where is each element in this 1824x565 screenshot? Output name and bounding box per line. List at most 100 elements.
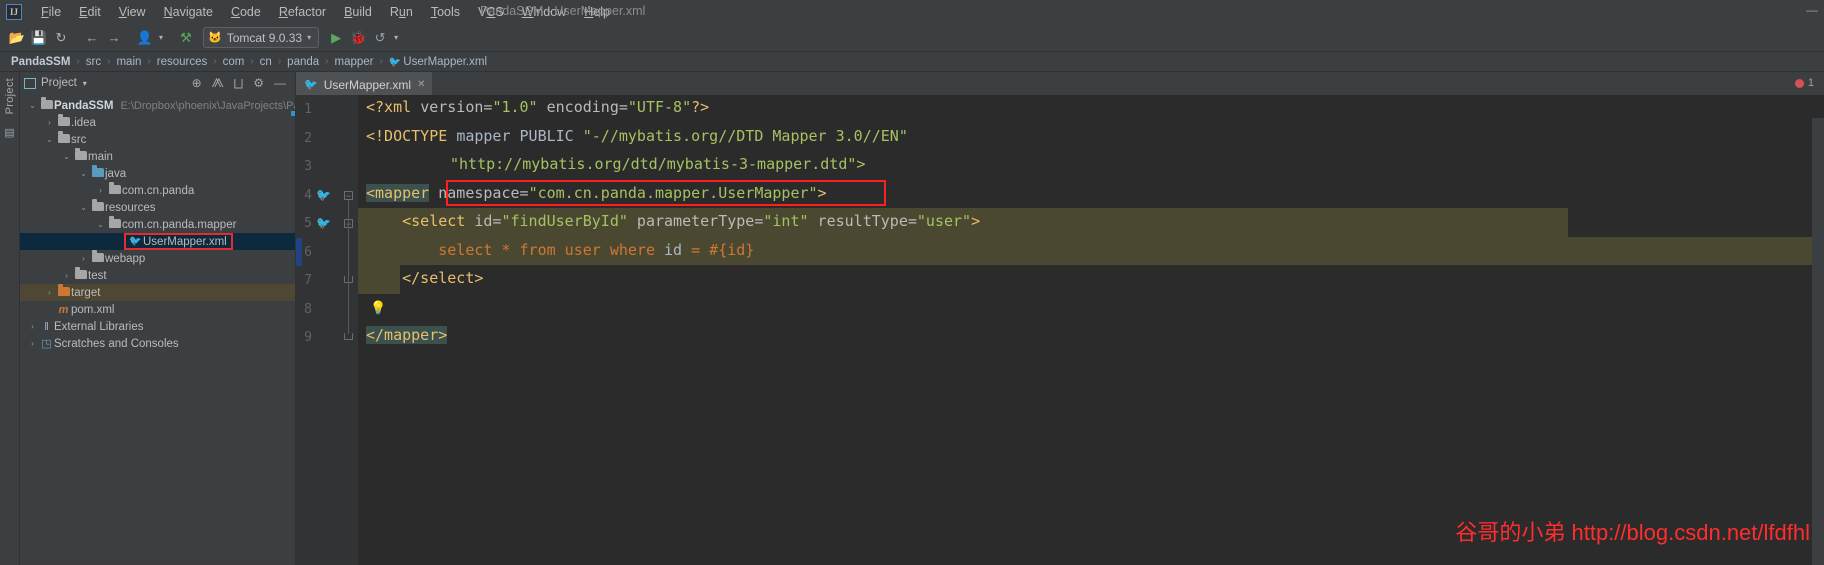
code-line-7: </select> bbox=[366, 269, 484, 287]
breadcrumb-separator: › bbox=[76, 56, 80, 67]
open-project-icon[interactable]: 📂 bbox=[6, 27, 28, 49]
code-line-3: "http://mybatis.org/dtd/mybatis-3-mapper… bbox=[450, 155, 866, 173]
expand-chevron-icon[interactable]: › bbox=[94, 186, 107, 195]
expand-chevron-icon[interactable]: ⌄ bbox=[94, 220, 107, 229]
minimize-button[interactable]: — bbox=[1806, 3, 1818, 17]
tree-node[interactable]: › target bbox=[20, 283, 295, 301]
tree-node[interactable]: ⌄ main bbox=[20, 147, 295, 165]
mybatis-navigate-icon[interactable]: 🐦 bbox=[316, 216, 331, 230]
expand-chevron-icon[interactable]: ⌄ bbox=[43, 135, 56, 144]
collapse-all-icon[interactable]: ⨆ bbox=[229, 76, 249, 91]
navigate-forward-icon[interactable]: → bbox=[103, 27, 125, 49]
menu-item-code[interactable]: Code bbox=[222, 2, 270, 22]
expand-chevron-icon[interactable]: › bbox=[77, 254, 90, 263]
menu-item-edit[interactable]: Edit bbox=[70, 2, 110, 22]
breadcrumb-item-pandassm[interactable]: PandaSSM bbox=[8, 56, 73, 68]
tree-node[interactable]: ⌄ src bbox=[20, 130, 295, 148]
folder-icon bbox=[108, 215, 121, 228]
tree-node[interactable]: › test bbox=[20, 266, 295, 284]
vcs-update-icon[interactable]: 👤 bbox=[134, 27, 156, 49]
project-tree: ⌄ PandaSSM E:\Dropbox\phoenix\JavaProjects… bbox=[20, 94, 295, 565]
breadcrumb-item-mapper[interactable]: mapper bbox=[332, 56, 377, 68]
save-all-icon[interactable]: 💾 bbox=[28, 27, 50, 49]
menu-item-file[interactable]: File bbox=[32, 2, 70, 22]
build-hammer-icon[interactable]: ⚒ bbox=[175, 27, 197, 49]
expand-all-icon[interactable]: ⨇ bbox=[207, 76, 229, 91]
run-button[interactable]: ▶ bbox=[325, 27, 347, 49]
breadcrumb-item-usermapper-xml[interactable]: 🐦 UserMapper.xml bbox=[386, 56, 490, 68]
intention-bulb-icon[interactable]: 💡 bbox=[370, 300, 386, 316]
breadcrumb-item-src[interactable]: src bbox=[83, 56, 104, 68]
navigate-back-icon[interactable]: ← bbox=[81, 27, 103, 49]
tree-node[interactable]: ⌄ com.cn.panda.mapper bbox=[20, 215, 295, 233]
code-editor[interactable]: 123456789🐦🐦−− <?xml version="1.0" encodi… bbox=[296, 95, 1824, 565]
expand-chevron-icon[interactable]: › bbox=[43, 118, 56, 127]
folder-wrap bbox=[73, 266, 88, 282]
expand-chevron-icon[interactable]: ⌄ bbox=[26, 101, 39, 110]
window-title: PandaSSM - UserMapper.xml bbox=[480, 4, 646, 18]
run-dropdown-icon[interactable]: ▾ bbox=[391, 27, 401, 49]
expand-chevron-icon[interactable]: › bbox=[26, 322, 39, 331]
tree-node[interactable]: › webapp bbox=[20, 249, 295, 267]
project-panel-title: Project bbox=[41, 77, 77, 89]
tree-node[interactable]: › .idea bbox=[20, 113, 295, 131]
breadcrumb-separator: › bbox=[325, 56, 329, 67]
vcs-caret-icon[interactable]: ▾ bbox=[156, 27, 166, 49]
menu-item-build[interactable]: Build bbox=[335, 2, 381, 22]
breadcrumb-item-panda[interactable]: panda bbox=[284, 56, 322, 68]
tree-node[interactable]: ⌄ PandaSSM E:\Dropbox\phoenix\JavaProjects… bbox=[20, 96, 295, 116]
editor-tabs: 🐦 UserMapper.xml ✕ 1 bbox=[296, 72, 1824, 95]
breadcrumb-item-cn[interactable]: cn bbox=[257, 56, 275, 68]
rerun-button[interactable]: ↺ bbox=[369, 27, 391, 49]
tree-node[interactable]: › ◳ Scratches and Consoles bbox=[20, 335, 295, 352]
tree-node-label: webapp bbox=[105, 252, 146, 265]
chevron-down-icon: ▾ bbox=[307, 33, 312, 42]
structure-icon[interactable]: ▤ bbox=[4, 126, 14, 139]
hide-panel-icon[interactable]: — bbox=[269, 76, 291, 90]
expand-chevron-icon[interactable]: › bbox=[60, 271, 73, 280]
debug-button[interactable]: 🐞 bbox=[347, 27, 369, 49]
breadcrumb-item-main[interactable]: main bbox=[113, 56, 144, 68]
tree-node[interactable]: m pom.xml bbox=[20, 301, 295, 318]
expand-chevron-icon[interactable]: › bbox=[26, 339, 39, 348]
vertical-scrollbar[interactable] bbox=[1812, 118, 1824, 565]
expand-chevron-icon[interactable]: ⌄ bbox=[77, 169, 90, 178]
chevron-down-icon[interactable]: ▾ bbox=[83, 79, 87, 88]
tree-node-selected[interactable]: 🐦 UserMapper.xml bbox=[20, 233, 295, 250]
code-line-1: <?xml version="1.0" encoding="UTF-8"?> bbox=[366, 98, 710, 116]
menu-item-navigate[interactable]: Navigate bbox=[155, 2, 222, 22]
menu-item-tools[interactable]: Tools bbox=[422, 2, 469, 22]
tree-node-label: src bbox=[71, 133, 87, 146]
tree-node-label: pom.xml bbox=[71, 303, 115, 316]
tree-node[interactable]: ⌄ resources bbox=[20, 198, 295, 216]
expand-chevron-icon[interactable]: › bbox=[43, 288, 56, 297]
close-icon[interactable]: ✕ bbox=[417, 79, 425, 90]
tool-window-button-project[interactable]: Project bbox=[4, 78, 16, 114]
run-configuration-selector[interactable]: 🐱 Tomcat 9.0.33 ▾ bbox=[203, 27, 320, 48]
breadcrumb-item-resources[interactable]: resources bbox=[154, 56, 211, 68]
code-content[interactable]: <?xml version="1.0" encoding="UTF-8"?> <!… bbox=[358, 95, 1824, 565]
code-fold-toggle[interactable] bbox=[344, 333, 353, 340]
settings-gear-icon[interactable]: ⚙ bbox=[248, 76, 269, 90]
mybatis-navigate-icon[interactable]: 🐦 bbox=[316, 188, 331, 202]
sync-icon[interactable]: ↻ bbox=[50, 27, 72, 49]
watermark-text: 谷哥的小弟 http://blog.csdn.net/lfdfhl bbox=[1455, 520, 1810, 545]
tree-node[interactable]: › ‖ External Libraries bbox=[20, 318, 295, 335]
menu-item-run[interactable]: Run bbox=[381, 2, 422, 22]
menu-item-refactor[interactable]: Refactor bbox=[270, 2, 335, 22]
tree-node[interactable]: › com.cn.panda bbox=[20, 181, 295, 199]
editor-gutter[interactable]: 123456789🐦🐦−− bbox=[296, 95, 358, 565]
locate-file-icon[interactable]: ⊕ bbox=[187, 76, 207, 90]
breadcrumb-separator: › bbox=[250, 56, 254, 67]
expand-chevron-icon[interactable]: ⌄ bbox=[77, 203, 90, 212]
code-fold-toggle[interactable]: − bbox=[344, 190, 353, 200]
folder-icon-sources bbox=[91, 164, 104, 177]
folder-wrap bbox=[107, 181, 122, 197]
folder-wrap bbox=[90, 164, 105, 180]
tab-usermapper-xml[interactable]: 🐦 UserMapper.xml ✕ bbox=[296, 72, 433, 95]
menu-item-view[interactable]: View bbox=[110, 2, 155, 22]
tree-node[interactable]: ⌄ java bbox=[20, 164, 295, 182]
error-indicator[interactable]: 1 bbox=[1794, 77, 1814, 89]
expand-chevron-icon[interactable]: ⌄ bbox=[60, 152, 73, 161]
breadcrumb-item-com[interactable]: com bbox=[220, 56, 248, 68]
